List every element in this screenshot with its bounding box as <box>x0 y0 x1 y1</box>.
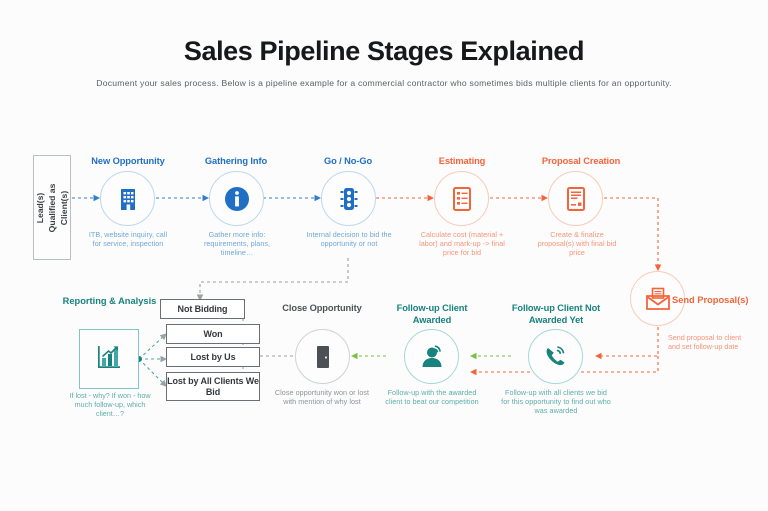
stage-caption: Gather more info: requirements, plans, t… <box>203 230 271 258</box>
checklist-icon <box>434 171 489 226</box>
door-icon <box>295 329 350 384</box>
stage-title: Go / No-Go <box>323 156 373 166</box>
outcome-label: Lost by Us <box>190 351 236 362</box>
stage-title: Estimating <box>438 156 486 166</box>
stage-caption: Create & finalize proposal(s) with final… <box>537 230 617 258</box>
stage-caption: Follow-up with all clients we bid for th… <box>501 388 611 416</box>
stage-caption: Send proposal to client and set follow-u… <box>668 333 742 352</box>
stage-title: Reporting & Analysis <box>62 296 157 306</box>
building-icon <box>100 171 155 226</box>
outcome-box-lost-by-all-clients[interactable]: Lost by All Clients We Bid <box>166 372 260 401</box>
stage-title: Gathering Info <box>204 156 268 166</box>
diagram-canvas: Sales Pipeline Stages Explained Document… <box>0 0 768 511</box>
stage-title: Send Proposal(s) <box>672 295 749 305</box>
stage-caption: Calculate cost (material + labor) and ma… <box>419 230 505 258</box>
stage-caption: ITB, website inquiry, call for service, … <box>88 230 168 249</box>
stage-caption: Follow-up with the awarded client to bea… <box>385 388 479 407</box>
connector-lines <box>72 194 662 392</box>
stage-caption: If lost - why? If won - how much follow-… <box>69 391 151 419</box>
stage-title: Proposal Creation <box>541 156 621 166</box>
ringing-phone-icon <box>528 329 583 384</box>
stage-title: Follow-up Client Not Awarded Yet <box>511 303 601 325</box>
info-icon <box>209 171 264 226</box>
reporting-icon-box <box>79 329 139 389</box>
page-subtitle: Document your sales process. Below is a … <box>96 78 672 88</box>
stage-caption: Internal decision to bid the opportunity… <box>306 230 392 249</box>
bar-chart-trend-icon <box>95 343 123 376</box>
stage-title: Follow-up Client Awarded <box>396 303 468 325</box>
outcome-box-lost-by-us[interactable]: Lost by Us <box>166 347 260 367</box>
outcome-box-won[interactable]: Won <box>166 324 260 344</box>
document-icon <box>548 171 603 226</box>
stage-title: Close Opportunity <box>282 303 362 313</box>
support-agent-icon <box>404 329 459 384</box>
outcome-label: Lost by All Clients We Bid <box>167 376 259 397</box>
stage-caption: Close opportunity won or lost with menti… <box>274 388 370 407</box>
entry-label: Lead(s) Qualified as Client(s) <box>35 183 69 232</box>
traffic-light-icon <box>321 171 376 226</box>
stage-title: New Opportunity <box>91 156 165 166</box>
outcome-label: Not Bidding <box>177 303 228 314</box>
outcome-box-not-bidding[interactable]: Not Bidding <box>160 299 245 319</box>
outcome-label: Won <box>203 328 223 339</box>
entry-label-box: Lead(s) Qualified as Client(s) <box>33 155 71 260</box>
page-title: Sales Pipeline Stages Explained <box>183 36 585 66</box>
